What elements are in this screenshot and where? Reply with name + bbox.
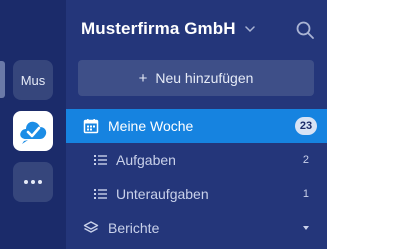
chevron-down-icon xyxy=(244,26,255,33)
workspace-header[interactable]: Musterfirma GmbH xyxy=(81,19,256,39)
add-new-label: Neu hinzufügen xyxy=(155,70,254,86)
item-count: 2 xyxy=(302,154,309,166)
count-badge: 23 xyxy=(295,117,317,135)
search-icon[interactable] xyxy=(295,20,315,40)
caret-down-icon[interactable] xyxy=(303,226,309,230)
list-icon xyxy=(94,189,107,199)
add-new-button[interactable]: + Neu hinzufügen xyxy=(78,60,314,96)
list-icon xyxy=(94,155,107,165)
sidebar-item-berichte[interactable]: Berichte xyxy=(66,211,327,245)
workspace-switch-button[interactable]: Mus xyxy=(13,60,53,100)
sidebar-item-label: Berichte xyxy=(108,220,160,236)
plus-icon: + xyxy=(138,69,148,87)
workspace-rail: Mus xyxy=(0,0,66,249)
workspace-title: Musterfirma GmbH xyxy=(81,19,236,38)
sidebar-panel: Musterfirma GmbH + Neu hinzufügen Meine … xyxy=(66,0,327,249)
more-button[interactable] xyxy=(13,162,53,202)
sidebar-item-label: Unteraufgaben xyxy=(116,186,209,202)
sidebar-item-aufgaben[interactable]: Aufgaben 2 xyxy=(66,143,327,177)
app-button[interactable] xyxy=(13,111,53,151)
sidebar-item-label: Meine Woche xyxy=(108,118,194,134)
active-workspace-marker xyxy=(0,61,5,98)
calendar-icon xyxy=(83,119,99,134)
sidebar-item-meine-woche[interactable]: Meine Woche 23 xyxy=(66,109,327,143)
layers-icon xyxy=(83,221,99,233)
item-count: 1 xyxy=(302,188,309,200)
check-cloud-icon xyxy=(20,121,47,144)
sidebar-item-label: Aufgaben xyxy=(116,152,176,168)
more-dots-icon xyxy=(24,180,42,184)
sidebar-item-unteraufgaben[interactable]: Unteraufgaben 1 xyxy=(66,177,327,211)
workspace-abbr: Mus xyxy=(20,72,46,88)
